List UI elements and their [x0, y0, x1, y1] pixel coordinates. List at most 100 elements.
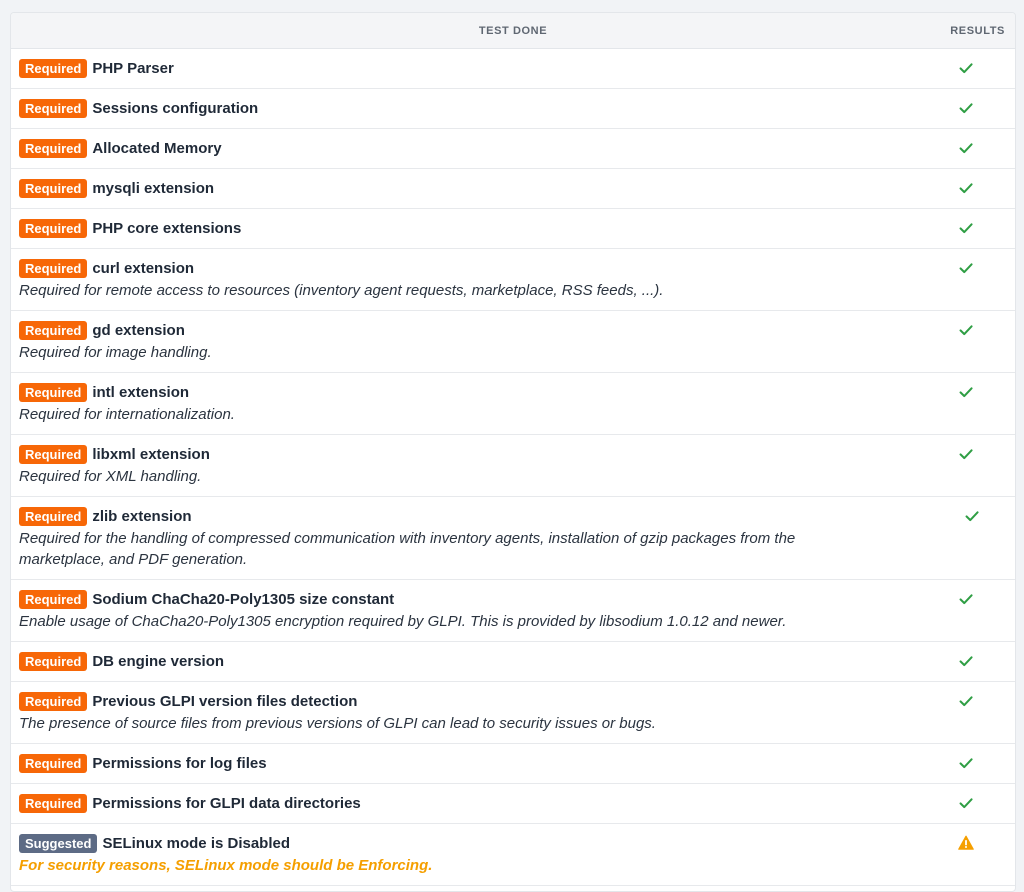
required-badge: Required	[19, 219, 88, 238]
suggested-badge: Suggested	[19, 834, 98, 853]
result-cell	[911, 258, 1007, 301]
test-name: Sodium ChaCha20-Poly1305 size constant	[92, 591, 395, 608]
result-cell	[911, 833, 1007, 876]
test-cell: Required Sodium ChaCha20-Poly1305 size co…	[19, 589, 911, 632]
result-cell	[924, 506, 1007, 570]
test-cell: Required DB engine version	[19, 651, 911, 672]
test-description: Required for the handling of compressed …	[19, 530, 796, 568]
test-description: The presence of source files from previo…	[19, 715, 656, 732]
required-badge: Required	[19, 794, 88, 813]
required-badge: Required	[19, 259, 88, 278]
required-badge: Required	[19, 59, 88, 78]
test-title-line: Required mysqli extension	[19, 178, 911, 199]
test-name: mysqli extension	[92, 180, 215, 197]
check-icon	[959, 143, 973, 154]
test-title-line: Required gd extension	[19, 320, 911, 341]
table-row: Required PHP core extensions	[11, 209, 1015, 249]
table-row: Required Previous GLPI version files dete…	[11, 682, 1015, 744]
result-cell	[911, 753, 1007, 774]
check-icon	[959, 103, 973, 114]
test-name: SELinux mode is Disabled	[102, 835, 291, 852]
test-description: Enable usage of ChaCha20-Poly1305 encryp…	[19, 613, 787, 630]
check-icon	[959, 594, 973, 605]
test-cell: Required libxml extension Required for XML…	[19, 444, 911, 487]
test-name: Sessions configuration	[92, 100, 259, 117]
result-cell	[911, 138, 1007, 159]
check-icon	[959, 696, 973, 707]
test-title-line: Required Previous GLPI version files dete…	[19, 691, 911, 712]
test-title-line: Required Permissions for GLPI data direct…	[19, 793, 911, 814]
test-title-line: Required PHP Parser	[19, 58, 911, 79]
test-title-line: Required Permissions for log files	[19, 753, 911, 774]
table-row: Required libxml extension Required for XML…	[11, 435, 1015, 497]
result-cell	[911, 793, 1007, 814]
result-cell	[911, 320, 1007, 363]
check-icon	[959, 798, 973, 809]
test-title-line: Suggested SELinux mode is Disabled	[19, 833, 911, 854]
check-icon	[959, 263, 973, 274]
test-description: Required for remote access to resources …	[19, 282, 664, 299]
test-title-line: Required intl extension	[19, 382, 911, 403]
test-name: curl extension	[92, 260, 195, 277]
table-row: Suggested SELinux mode is Disabled For sec…	[11, 824, 1015, 886]
table-row: Required curl extension Required for remot…	[11, 249, 1015, 311]
test-cell: Required Permissions for GLPI data direct…	[19, 793, 911, 814]
result-cell	[911, 382, 1007, 425]
test-cell: Required Permissions for log files	[19, 753, 911, 774]
required-badge: Required	[19, 445, 88, 464]
test-title-line: Required Allocated Memory	[19, 138, 911, 159]
test-description: Required for XML handling.	[19, 468, 202, 485]
test-title-line: Required PHP core extensions	[19, 218, 911, 239]
test-cell: Required curl extension Required for remot…	[19, 258, 911, 301]
check-icon	[959, 449, 973, 460]
required-badge: Required	[19, 383, 88, 402]
test-cell: Required Previous GLPI version files dete…	[19, 691, 911, 734]
table-row: Required Permissions for log files	[11, 744, 1015, 784]
table-row: Required Sessions configuration	[11, 89, 1015, 129]
header-test-done: TEST DONE	[478, 24, 548, 37]
required-badge: Required	[19, 99, 88, 118]
requirements-table: TEST DONE RESULTS Required PHP Parser Requ…	[10, 12, 1016, 892]
required-badge: Required	[19, 507, 88, 526]
test-name: gd extension	[92, 322, 185, 339]
test-cell: Required Sessions configuration	[19, 98, 911, 119]
required-badge: Required	[19, 754, 88, 773]
required-badge: Required	[19, 692, 88, 711]
test-name: DB engine version	[92, 653, 225, 670]
result-cell	[911, 98, 1007, 119]
result-cell	[911, 589, 1007, 632]
table-row: Required intl extension Required for inter…	[11, 373, 1015, 435]
test-cell: Suggested SELinux mode is Disabled For sec…	[19, 833, 911, 876]
test-name: libxml extension	[92, 446, 210, 463]
table-row: Required PHP Parser	[11, 49, 1015, 89]
warning-icon	[958, 835, 974, 850]
result-cell	[911, 691, 1007, 734]
test-cell: Required intl extension Required for inter…	[19, 382, 911, 425]
test-cell: Required mysqli extension	[19, 178, 911, 199]
table-row: Required mysqli extension	[11, 169, 1015, 209]
test-name: Permissions for GLPI data directories	[92, 795, 361, 812]
required-badge: Required	[19, 139, 88, 158]
test-name: Permissions for log files	[92, 755, 267, 772]
table-row: Required Permissions for GLPI data direct…	[11, 784, 1015, 824]
table-row: Required Allocated Memory	[11, 129, 1015, 169]
result-cell	[911, 444, 1007, 487]
test-name: PHP core extensions	[92, 220, 242, 237]
test-cell: Required PHP core extensions	[19, 218, 911, 239]
required-badge: Required	[19, 179, 88, 198]
test-title-line: Required Sessions configuration	[19, 98, 911, 119]
test-name: PHP Parser	[92, 60, 174, 77]
test-title-line: Required zlib extension	[19, 506, 924, 527]
check-icon	[965, 511, 979, 522]
check-icon	[959, 656, 973, 667]
test-title-line: Required DB engine version	[19, 651, 911, 672]
test-name: intl extension	[92, 384, 190, 401]
test-description: Required for internationalization.	[19, 406, 235, 423]
check-icon	[959, 325, 973, 336]
check-icon	[959, 387, 973, 398]
test-title-line: Required curl extension	[19, 258, 911, 279]
test-name: zlib extension	[92, 508, 192, 525]
table-header: TEST DONE RESULTS	[11, 13, 1015, 49]
result-cell	[911, 651, 1007, 672]
test-cell: Required gd extension Required for image h…	[19, 320, 911, 363]
